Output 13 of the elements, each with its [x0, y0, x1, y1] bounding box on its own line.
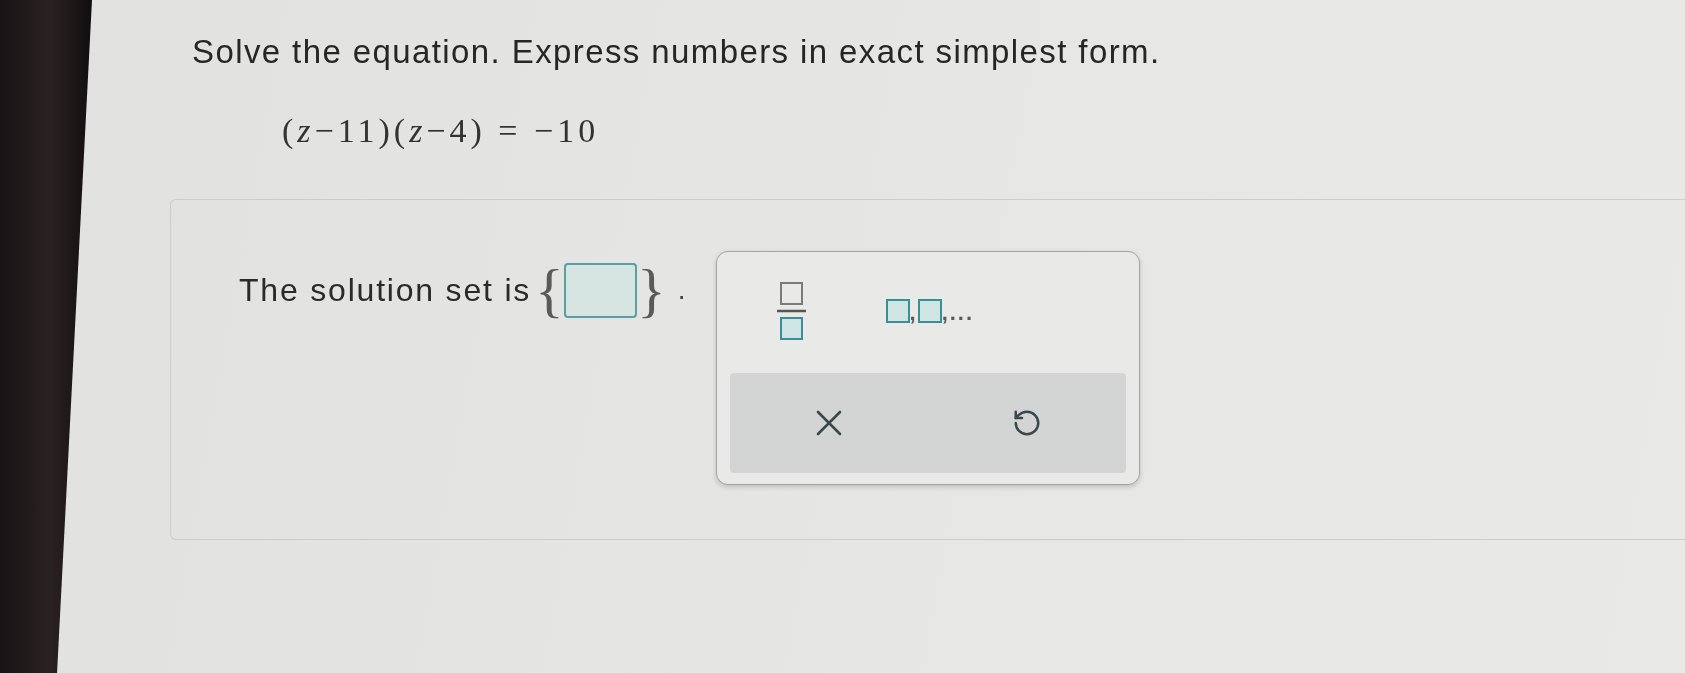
- equation-text: (z−11)(z−4) = −10: [282, 111, 600, 151]
- answer-slot-icon: [917, 299, 942, 323]
- fraction-template-icon: [776, 282, 806, 340]
- instruction-text: Solve the equation. Express numbers in exact simplest form.: [192, 32, 1161, 72]
- answer-field[interactable]: [563, 262, 637, 318]
- open-brace: {: [535, 260, 564, 320]
- period-mark: .: [677, 273, 686, 307]
- answer-slot-icon: [885, 299, 910, 323]
- close-brace: }: [636, 260, 666, 320]
- list-template-button[interactable]: , ,...: [885, 299, 975, 323]
- fraction-button[interactable]: [776, 282, 806, 340]
- solution-label: The solution set is: [239, 271, 532, 310]
- close-icon: [815, 410, 842, 436]
